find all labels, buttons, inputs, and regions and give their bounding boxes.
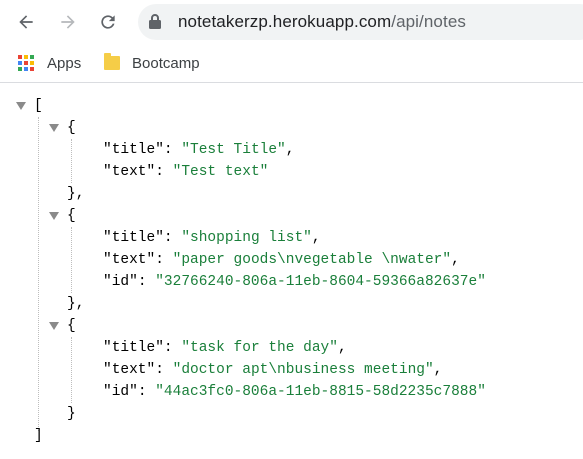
json-field-title: "title": "Test Title",: [103, 142, 295, 158]
json-field-text: "text": "paper goods\nvegetable \nwater"…: [103, 252, 460, 268]
forward-button[interactable]: [52, 6, 84, 38]
json-viewer: [ { "title": "Test Title", "text": "Test…: [0, 83, 583, 459]
array-open: [: [34, 98, 43, 114]
lock-icon: [149, 14, 161, 29]
folder-icon: [104, 53, 120, 70]
indent-guide: [71, 337, 72, 403]
collapse-toggle-icon[interactable]: [49, 212, 59, 220]
bookmark-apps[interactable]: Apps: [18, 53, 81, 73]
json-field-text: "text": "doctor apt\nbusiness meeting",: [103, 362, 443, 378]
json-field-text: "text": "Test text": [103, 164, 269, 180]
address-bar[interactable]: notetakerzp.herokuapp.com/api/notes: [138, 4, 583, 40]
back-button[interactable]: [10, 6, 42, 38]
object-open: {: [67, 208, 76, 224]
apps-grid-icon: [18, 55, 34, 71]
json-field-title: "title": "shopping list",: [103, 230, 321, 246]
browser-toolbar: notetakerzp.herokuapp.com/api/notes: [0, 0, 583, 44]
reload-icon: [101, 15, 115, 29]
back-arrow-icon: [19, 15, 33, 29]
json-field-title: "title": "task for the day",: [103, 340, 347, 356]
url-host: notetakerzp.herokuapp.com: [178, 12, 392, 31]
collapse-toggle-icon[interactable]: [49, 124, 59, 132]
forward-arrow-icon: [61, 15, 75, 29]
object-close: }: [67, 406, 76, 422]
bookmark-label: Apps: [47, 54, 82, 72]
array-close: ]: [34, 428, 43, 444]
object-open: {: [67, 318, 76, 334]
json-field-id: "id": "32766240-806a-11eb-8604-59366a826…: [103, 274, 486, 290]
bookmark-bootcamp[interactable]: Bootcamp: [104, 53, 200, 73]
bookmark-label: Bootcamp: [132, 54, 200, 72]
indent-guide: [38, 117, 39, 431]
url-path: /api/notes: [391, 12, 466, 31]
collapse-toggle-icon[interactable]: [49, 322, 59, 330]
url-text: notetakerzp.herokuapp.com/api/notes: [178, 12, 466, 32]
json-field-id: "id": "44ac3fc0-806a-11eb-8815-58d2235c7…: [103, 384, 486, 400]
bookmarks-bar: Apps Bootcamp: [0, 44, 583, 83]
object-close: },: [67, 296, 85, 312]
reload-button[interactable]: [92, 6, 124, 38]
collapse-toggle-icon[interactable]: [16, 102, 26, 110]
object-open: {: [67, 120, 76, 136]
object-close: },: [67, 186, 85, 202]
indent-guide: [71, 227, 72, 293]
indent-guide: [71, 139, 72, 183]
